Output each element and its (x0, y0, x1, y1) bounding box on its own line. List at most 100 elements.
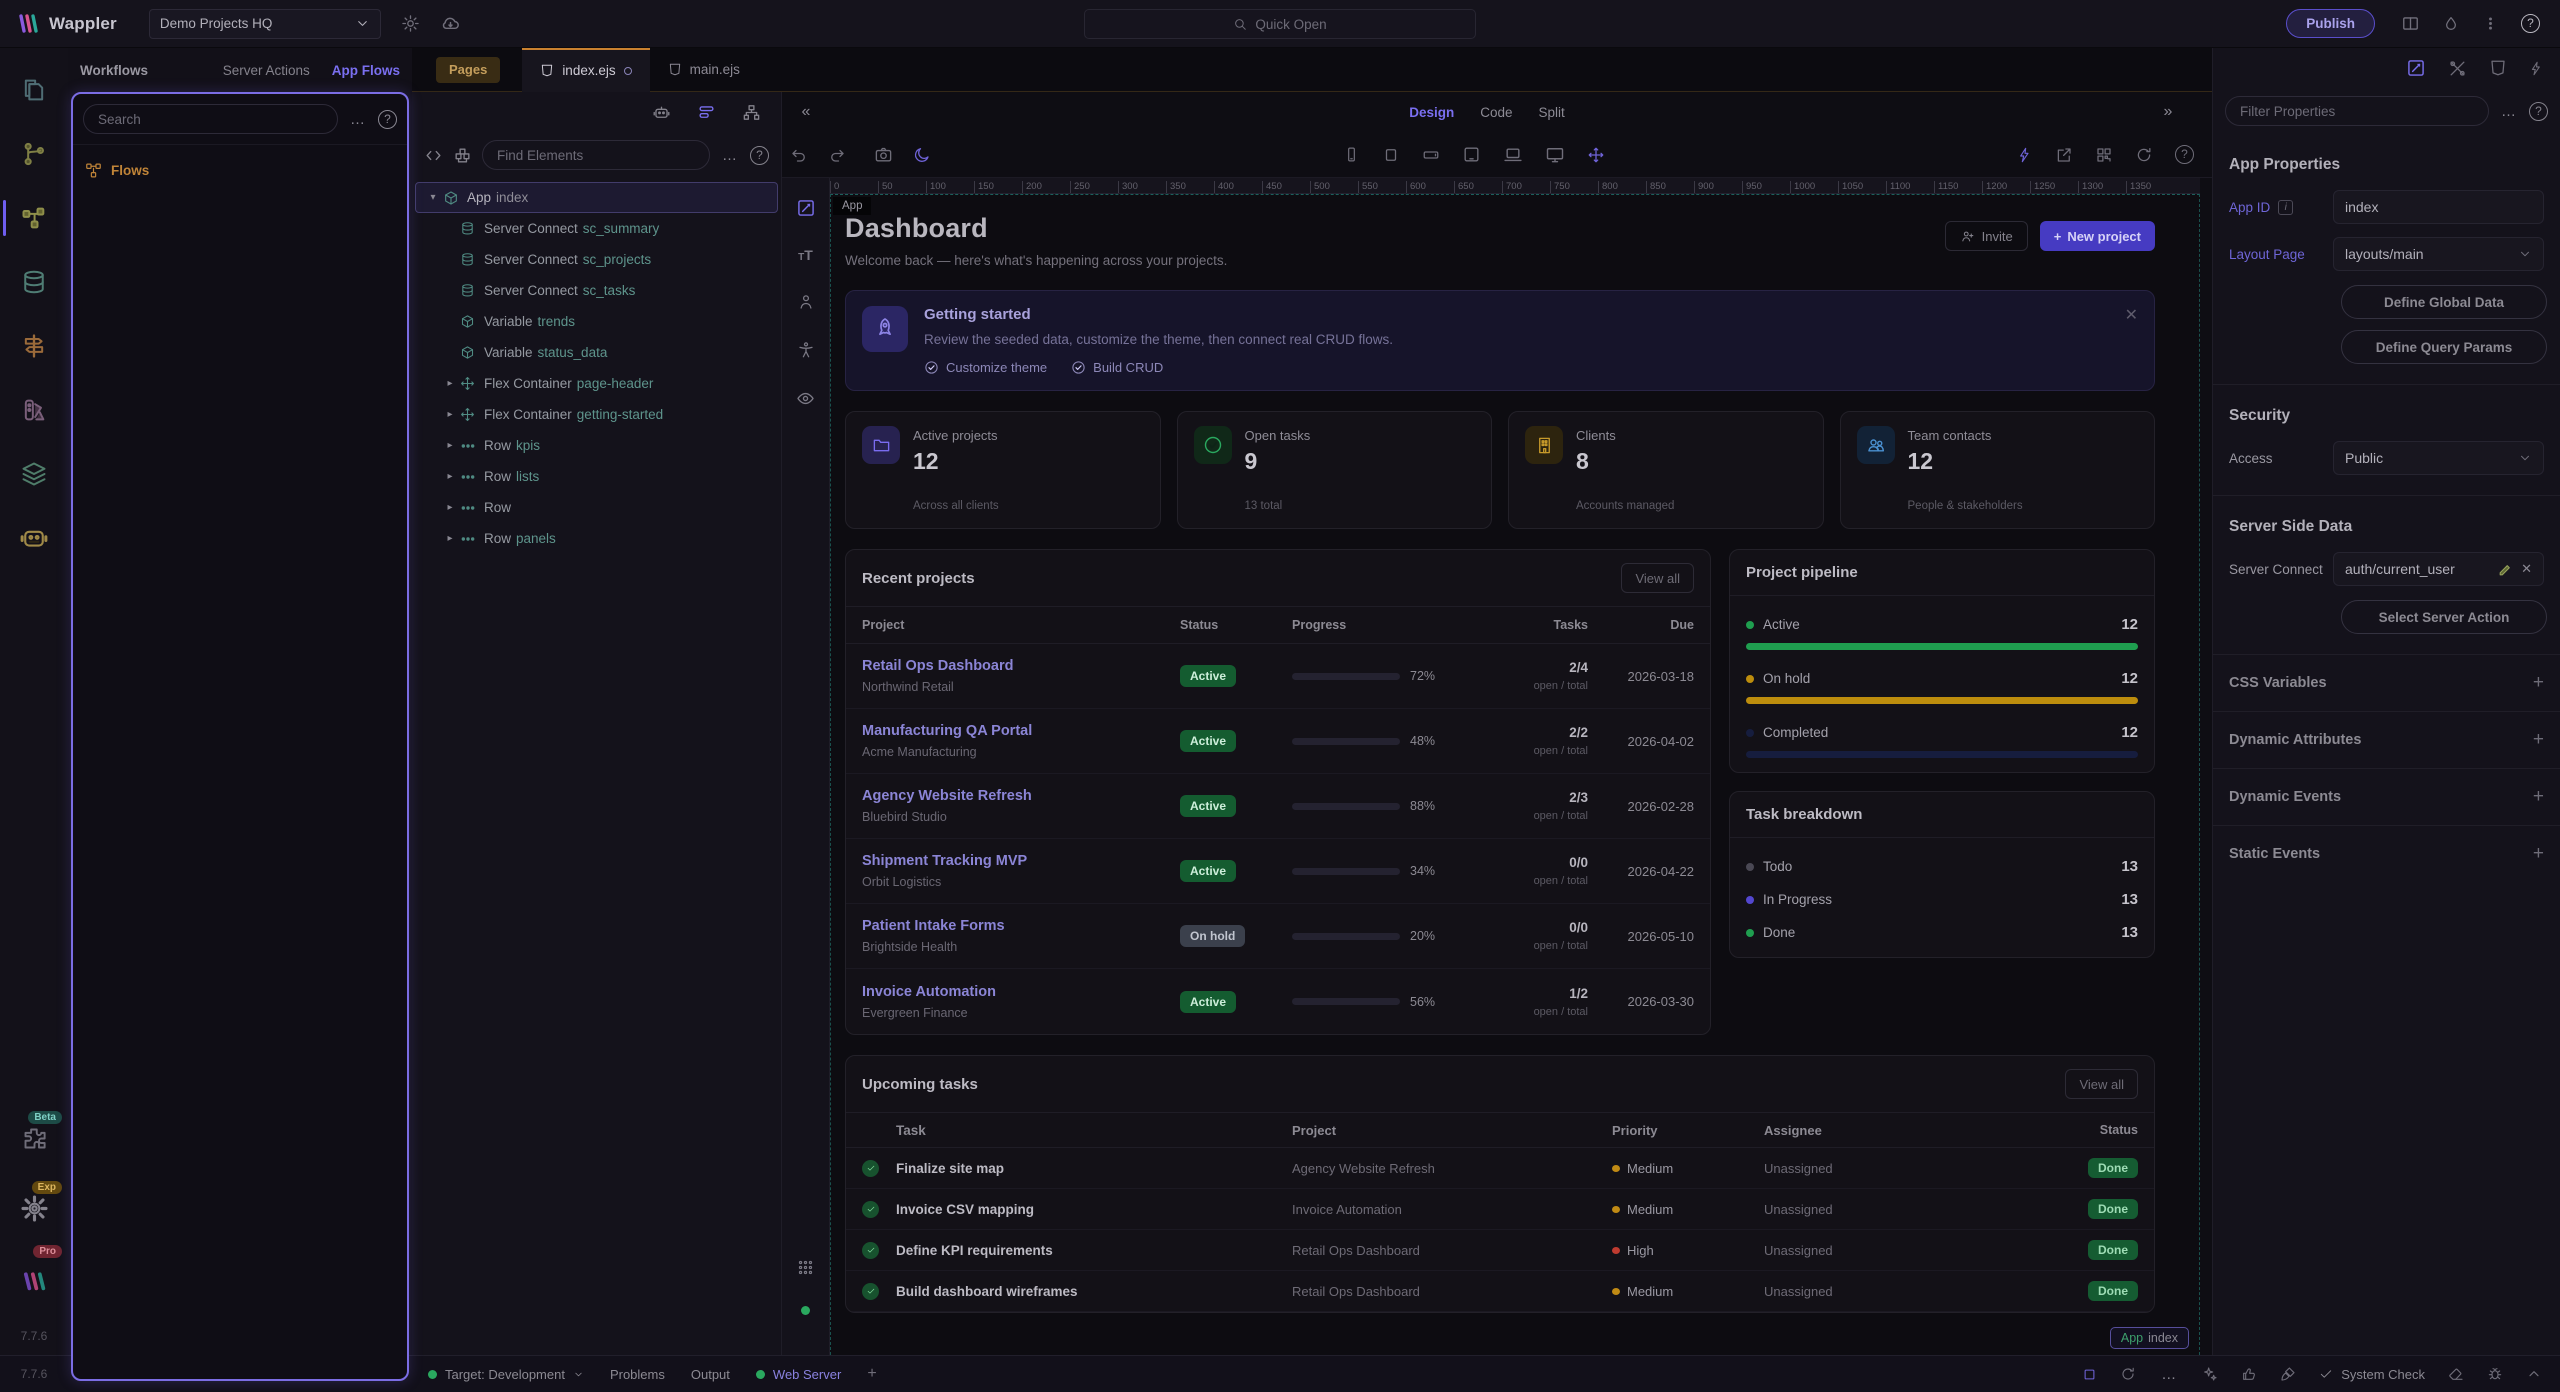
project-row[interactable]: Invoice AutomationEvergreen Finance Acti… (846, 969, 1710, 1034)
select-server-action-button[interactable]: Select Server Action (2341, 600, 2547, 634)
tree-expand-icon[interactable]: ▸ (440, 471, 460, 482)
redo-icon[interactable] (828, 146, 846, 164)
problems-button[interactable]: Problems (610, 1367, 665, 1382)
task-row[interactable]: Finalize site map Agency Website Refresh… (846, 1148, 2154, 1189)
mode-code[interactable]: Code (1480, 105, 1512, 120)
help-icon[interactable]: ? (378, 110, 397, 129)
experimental-settings-icon[interactable]: Exp (0, 1173, 68, 1243)
cloud-sync-icon[interactable] (440, 13, 461, 34)
dynamic-bolt-icon[interactable] (2529, 61, 2544, 76)
section-dynamic-events[interactable]: Dynamic Events + (2229, 769, 2544, 825)
edit-pencil-icon[interactable] (2498, 562, 2513, 577)
define-query-params-button[interactable]: Define Query Params (2341, 330, 2547, 364)
system-check-status[interactable]: System Check (2319, 1367, 2425, 1382)
more-kebab-icon[interactable] (2482, 15, 2499, 32)
tab-main-ejs[interactable]: main.ejs (650, 48, 758, 92)
git-manager-icon[interactable] (0, 122, 68, 186)
grid-handle-icon[interactable] (797, 1259, 814, 1276)
project-row[interactable]: Agency Website RefreshBluebird Studio Ac… (846, 774, 1710, 839)
accessibility-icon[interactable] (797, 341, 815, 359)
tree-item-sc-tasks[interactable]: Server Connect sc_tasks (412, 275, 781, 306)
add-icon[interactable]: + (2533, 729, 2544, 751)
ai-sparkles-icon[interactable] (2202, 1366, 2218, 1382)
more-options-icon[interactable]: … (348, 111, 368, 128)
invite-button[interactable]: Invite (1945, 221, 2028, 251)
target-selector[interactable]: Target: Development (428, 1367, 584, 1382)
tree-expand-icon[interactable]: ▾ (423, 192, 443, 203)
database-manager-icon[interactable] (0, 250, 68, 314)
refresh-icon[interactable] (2135, 146, 2153, 164)
help-icon[interactable]: ? (2529, 102, 2548, 121)
section-css-variables[interactable]: CSS Variables + (2229, 655, 2544, 711)
tree-item-sc-summary[interactable]: Server Connect sc_summary (412, 213, 781, 244)
app-id-field[interactable]: index (2333, 190, 2544, 224)
text-format-icon[interactable]: TT (798, 248, 813, 263)
new-project-button[interactable]: + New project (2040, 221, 2155, 251)
tree-expand-icon[interactable]: ▸ (440, 533, 460, 544)
web-server-status[interactable]: Web Server (756, 1367, 841, 1382)
device-desktop-icon[interactable] (1545, 145, 1565, 165)
stop-icon[interactable] (2082, 1367, 2097, 1382)
debug-bug-icon[interactable] (2487, 1366, 2503, 1382)
project-row[interactable]: Shipment Tracking MVPOrbit Logistics Act… (846, 839, 1710, 904)
search-input[interactable] (83, 104, 338, 134)
screenshot-icon[interactable] (874, 145, 893, 164)
tab-index-ejs[interactable]: index.ejs (522, 48, 649, 92)
tree-expand-icon[interactable]: ▸ (440, 502, 460, 513)
server-connect-field[interactable]: auth/current_user ✕ (2333, 552, 2544, 586)
device-phablet-icon[interactable] (1382, 146, 1400, 164)
cleanup-broom-icon[interactable] (2280, 1366, 2296, 1382)
routes-panel-icon[interactable] (0, 314, 68, 378)
expand-right-icon[interactable]: » (2144, 103, 2192, 121)
tree-item-flows[interactable]: Flows (85, 155, 395, 185)
close-icon[interactable]: ✕ (2125, 305, 2138, 325)
tree-expand-icon[interactable]: ▸ (440, 409, 460, 420)
ai-assistant-icon[interactable] (0, 506, 68, 570)
task-row[interactable]: Build dashboard wireframes Retail Ops Da… (846, 1271, 2154, 1312)
tree-item-row-panels[interactable]: ▸ Row panels (412, 523, 781, 554)
device-phone-landscape-icon[interactable] (1422, 146, 1440, 164)
task-row[interactable]: Invoice CSV mapping Invoice Automation M… (846, 1189, 2154, 1230)
tree-item-variable-trends[interactable]: Variable trends (412, 306, 781, 337)
define-global-data-button[interactable]: Define Global Data (2341, 285, 2547, 319)
tree-expand-icon[interactable]: ▸ (440, 440, 460, 451)
settings-gear-icon[interactable] (401, 14, 420, 33)
project-row[interactable]: Manufacturing QA PortalAcme Manufacturin… (846, 709, 1710, 774)
filter-properties-input[interactable] (2225, 96, 2489, 126)
task-row[interactable]: Define KPI requirements Retail Ops Dashb… (846, 1230, 2154, 1271)
edit-mode-icon[interactable] (796, 198, 816, 218)
dynamic-data-bolt-icon[interactable] (2017, 147, 2033, 163)
add-icon[interactable]: + (2533, 786, 2544, 808)
device-laptop-icon[interactable] (1503, 145, 1523, 165)
tree-item-flex-page-header[interactable]: ▸ Flex Container page-header (412, 368, 781, 399)
add-panel-icon[interactable]: + (867, 1365, 876, 1383)
device-phone-icon[interactable] (1343, 146, 1360, 163)
mode-design[interactable]: Design (1409, 105, 1454, 120)
reload-icon[interactable] (2120, 1366, 2136, 1382)
device-tablet-icon[interactable] (1462, 145, 1481, 164)
more-options-icon[interactable]: … (2159, 1366, 2179, 1383)
qr-code-icon[interactable] (2095, 146, 2113, 164)
help-icon[interactable]: ? (2175, 145, 2194, 164)
dark-mode-moon-icon[interactable] (913, 146, 931, 164)
project-row[interactable]: Retail Ops DashboardNorthwind Retail Act… (846, 644, 1710, 709)
publish-button[interactable]: Publish (2286, 9, 2375, 38)
wappler-pro-icon[interactable]: Pro (0, 1243, 68, 1315)
pages-panel-icon[interactable] (0, 58, 68, 122)
expand-panel-icon[interactable] (2526, 1366, 2542, 1382)
feedback-thumbs-up-icon[interactable] (2241, 1366, 2257, 1382)
tree-item-row-kpis[interactable]: ▸ Row kpis (412, 430, 781, 461)
view-all-button[interactable]: View all (1621, 563, 1694, 593)
inspector-person-icon[interactable] (797, 293, 815, 311)
ai-robot-icon[interactable] (652, 103, 671, 122)
tree-item-row[interactable]: ▸ Row (412, 492, 781, 523)
add-icon[interactable]: + (2533, 843, 2544, 865)
mode-split[interactable]: Split (1539, 105, 1565, 120)
section-static-events[interactable]: Static Events + (2229, 826, 2544, 882)
list-view-icon[interactable] (697, 103, 716, 122)
properties-edit-icon[interactable] (2406, 58, 2426, 78)
view-all-button[interactable]: View all (2065, 1069, 2138, 1099)
tree-expand-icon[interactable]: ▸ (440, 378, 460, 389)
clear-icon[interactable]: ✕ (2521, 561, 2532, 577)
layout-page-select[interactable]: layouts/main (2333, 237, 2544, 271)
